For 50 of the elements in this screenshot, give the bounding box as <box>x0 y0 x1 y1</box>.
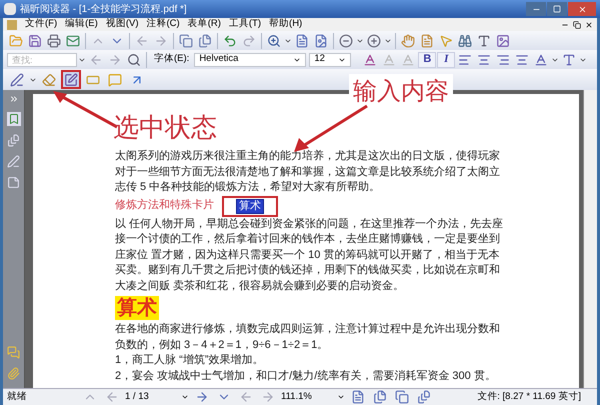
search-field[interactable]: 查找: <box>7 52 77 66</box>
page-size-text: 文件: [8.27 * 11.69 英寸] <box>477 390 581 404</box>
paragraph: 2，宴会 攻城战中士气增加，和口才/魅力/统率有关，需要消耗军资金 300 贯。 <box>115 368 496 384</box>
bookmark-icon[interactable] <box>6 112 20 126</box>
section-heading: 算术 <box>115 296 159 320</box>
pages-icon[interactable] <box>196 32 214 50</box>
font-label: 字体(E): <box>154 52 190 66</box>
menu-item[interactable]: 编辑(E) <box>65 17 98 32</box>
maximize-button[interactable] <box>547 2 567 16</box>
menu-item[interactable]: 视图(V) <box>106 17 138 32</box>
hand-icon[interactable] <box>399 32 417 50</box>
app-icon <box>4 3 16 15</box>
paragraph: 在各地的商家进行修炼，填数完成四则运算，注意计算过程中是允许出现分数和负数的，例如 3－4＋2＝1，9÷6－1÷2＝1。 <box>115 322 501 352</box>
note-edit-icon[interactable] <box>61 70 81 89</box>
close-icon <box>578 4 586 14</box>
cover-icon[interactable] <box>415 388 433 405</box>
menu-item[interactable]: 帮助(H) <box>269 17 302 32</box>
print-icon[interactable] <box>45 32 63 50</box>
zoom-dropdown[interactable]: 111.1% <box>281 390 345 404</box>
menu-item[interactable]: 文件(F) <box>25 17 58 32</box>
subheading: 修炼方法和特殊卡片 <box>115 198 214 214</box>
text-box[interactable]: 算术 <box>236 198 264 214</box>
paragraph: 1，商工人脉 “增筑”效果增加。 <box>115 353 264 368</box>
font-dropdown[interactable]: Helvetica <box>194 52 306 66</box>
window-title: 福昕阅读器 - [1-全技能学习流程.pdf *] <box>20 2 187 16</box>
menu-item[interactable]: 表单(R) <box>188 17 221 32</box>
close-button[interactable] <box>585 20 593 28</box>
restore-button[interactable] <box>573 20 581 28</box>
maximize-icon <box>553 5 561 13</box>
caret-icon[interactable] <box>181 393 189 401</box>
pages-icon[interactable] <box>7 134 20 147</box>
page-dropdown[interactable]: 1 / 13 <box>125 390 189 404</box>
edit-icon[interactable] <box>7 155 20 168</box>
paragraph: 以 任何人物开局，早期总会碰到资金紧张的问题，在这里推荐一个办法，先去座接一个讨债的工作，然后拿着讨回来的钱作本，去坐庄赌博赚钱，一定是要坐到庄家位 置才赌，因为这样只需要买一个 10 贯的筹码就可以开赌了，相当于无本买卖。赌到有几千贯之后把讨债的钱还掉，用剩下的钱做买卖，比如说在京町和大凑之间贩 卖茶和红花，很容易就会赚到必要的启动资金。 <box>115 216 504 294</box>
scrollbar[interactable] <box>583 90 597 388</box>
menu-item[interactable]: 工具(T) <box>228 17 262 32</box>
italic-button[interactable]: I <box>437 52 456 68</box>
zoom-in-icon[interactable] <box>365 32 383 50</box>
continuous-icon[interactable] <box>371 388 389 405</box>
bold-button[interactable]: B <box>418 52 436 68</box>
copy-icon[interactable] <box>177 32 195 50</box>
status-text: 就绪 <box>7 390 28 404</box>
caret-icon[interactable] <box>337 393 345 401</box>
callout-label: 选中状态 <box>113 111 217 144</box>
zoom-out-icon[interactable] <box>337 32 355 50</box>
size-dropdown[interactable]: 12 <box>309 52 352 66</box>
expand-icon[interactable] <box>8 94 18 104</box>
facing-icon[interactable] <box>393 388 411 405</box>
document-icon <box>7 20 17 30</box>
menu-item[interactable]: 注释(C) <box>146 17 180 32</box>
